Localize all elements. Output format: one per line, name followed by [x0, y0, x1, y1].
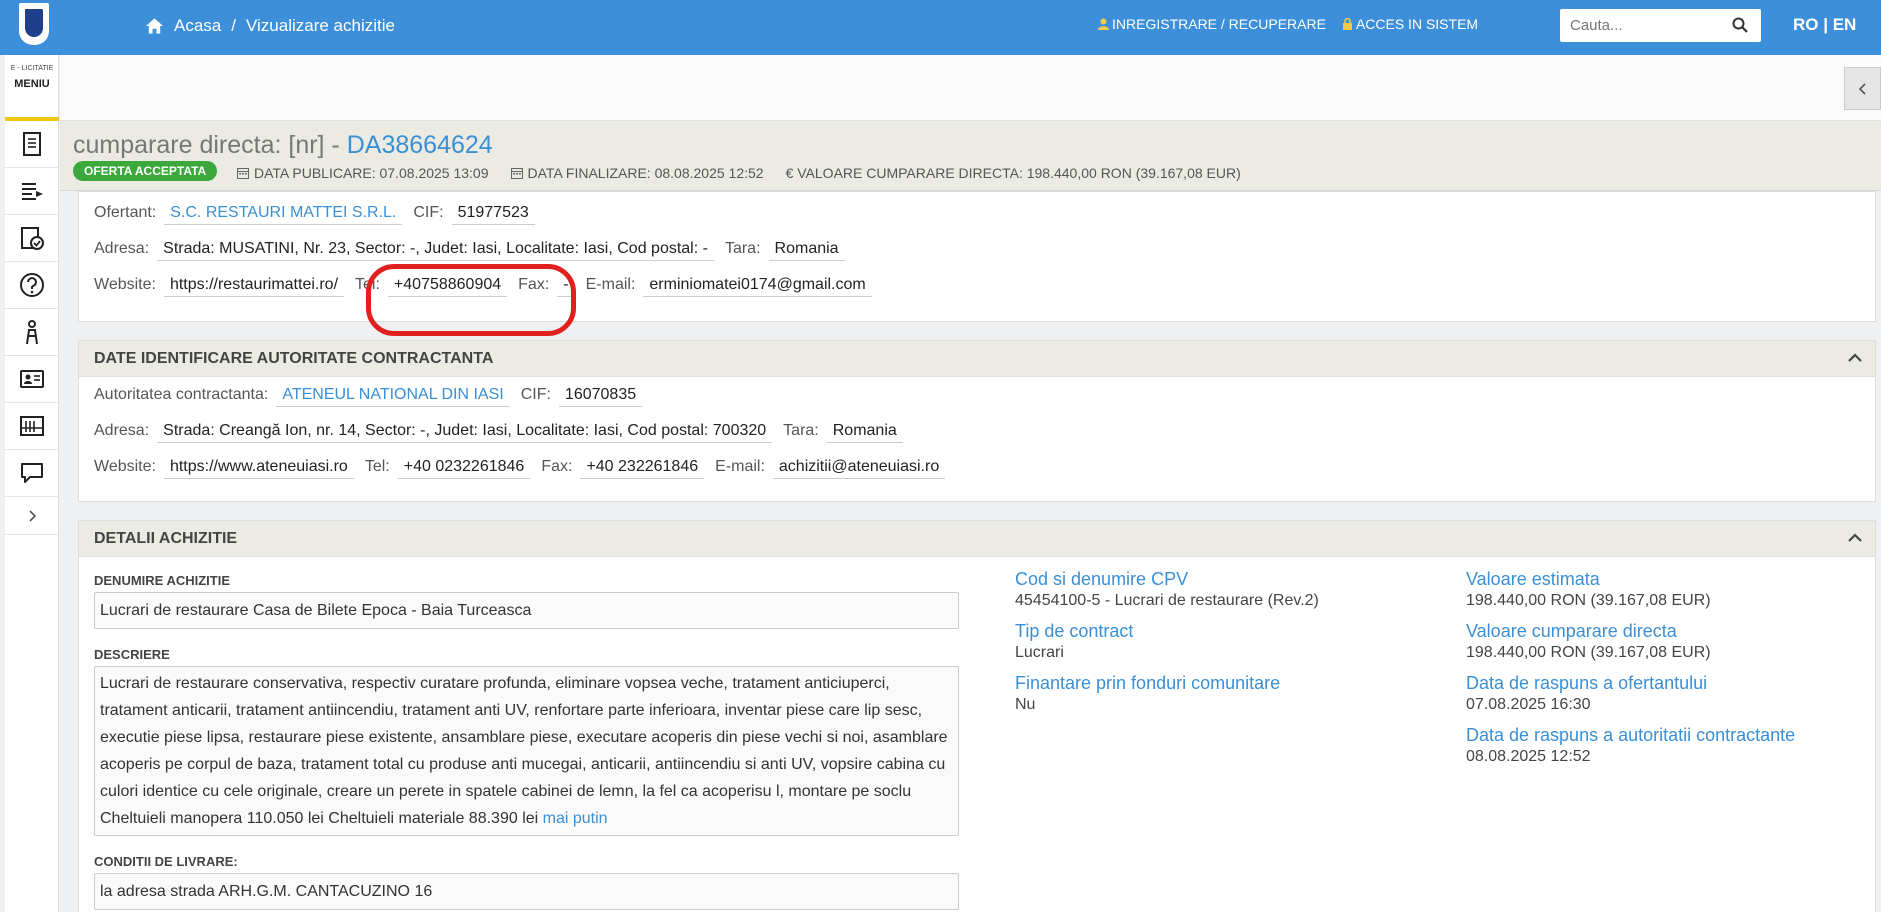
conditii-field: la adresa strada ARH.G.M. CANTACUZINO 16 [94, 873, 959, 910]
conditii-label: CONDITII DE LIVRARE: [94, 854, 238, 869]
ofertant-row-3: Website: https://restaurimattei.ro/ Tel:… [79, 267, 1875, 303]
search-input[interactable] [1560, 9, 1720, 42]
procurement-code[interactable]: DA38664624 [347, 131, 493, 159]
lock-icon [1342, 18, 1352, 30]
sidebar-expand-button[interactable] [5, 497, 58, 535]
eu-funding-info: Finantare prin fonduri comunitare Nu [1015, 673, 1281, 713]
sidebar-item-id-card[interactable] [5, 356, 59, 403]
chevron-up-icon[interactable] [1847, 530, 1863, 546]
authority-website: https://www.ateneuiasi.ro [163, 455, 354, 479]
ofertant-row-1: Ofertant: S.C. RESTAURI MATTEI S.R.L. CI… [79, 195, 1875, 231]
ofertant-country: Romania [768, 237, 845, 261]
calendar-board-icon [20, 416, 44, 436]
authority-row-1: Autoritatea contractanta: ATENEUL NATION… [79, 377, 1875, 413]
checklist-icon [21, 227, 44, 250]
logo-icon[interactable] [19, 3, 49, 45]
estimated-value-info: Valoare estimata 198.440,00 RON (39.167,… [1466, 569, 1711, 609]
authority-panel: DATE IDENTIFICARE AUTORITATE CONTRACTANT… [78, 340, 1876, 502]
ofertant-address: Strada: MUSATINI, Nr. 23, Sector: -, Jud… [157, 237, 714, 261]
menu-title: MENIU [14, 78, 50, 90]
sidebar-item-list-export[interactable] [5, 168, 59, 215]
procurement-title-bar: cumparare directa: [nr] - DA38664624 OFE… [60, 121, 1881, 191]
auth-links: INREGISTRARE / RECUPERARE ACCES IN SISTE… [1098, 16, 1478, 32]
sidebar-item-calendar-board[interactable] [5, 403, 59, 450]
ofertant-row-2: Adresa: Strada: MUSATINI, Nr. 23, Sector… [79, 231, 1875, 267]
ofertant-website: https://restaurimattei.ro/ [163, 273, 345, 297]
sidebar-item-checklist[interactable] [5, 215, 59, 262]
authority-fax: +40 232261846 [580, 455, 705, 479]
authority-response-date-info: Data de raspuns a autoritatii contractan… [1466, 725, 1796, 765]
status-badge: OFERTA ACCEPTATA [73, 161, 218, 181]
breadcrumb: Acasa / Vizualizare achizitie [145, 16, 395, 36]
top-navbar: Acasa / Vizualizare achizitie INREGISTRA… [0, 0, 1881, 55]
authority-name-link[interactable]: ATENEUL NATIONAL DIN IASI [276, 383, 510, 407]
ofertant-name-link[interactable]: S.C. RESTAURI MATTEI S.R.L. [164, 201, 403, 225]
denumire-label: DENUMIRE ACHIZITIE [94, 573, 231, 588]
chevron-right-icon [28, 509, 36, 522]
chat-icon [21, 463, 43, 483]
chevron-up-icon[interactable] [1847, 350, 1863, 366]
authority-panel-header[interactable]: DATE IDENTIFICARE AUTORITATE CONTRACTANT… [79, 341, 1875, 377]
help-icon [20, 273, 44, 297]
list-export-icon [22, 183, 43, 200]
details-left-column: DENUMIRE ACHIZITIE Lucrari de restaurare… [94, 573, 959, 910]
user-icon [1098, 18, 1109, 30]
direct-purchase-value: € VALOARE CUMPARARE DIRECTA: 198.440,00 … [785, 165, 1241, 181]
page-title: cumparare directa: [nr] - DA38664624 [73, 131, 493, 159]
collapse-panel-button[interactable] [1844, 67, 1881, 110]
sub-toolbar [60, 55, 1881, 121]
cpv-info: Cod si denumire CPV 45454100-5 - Lucrari… [1015, 569, 1319, 609]
authority-row-3: Website: https://www.ateneuiasi.ro Tel: … [79, 449, 1875, 485]
details-right-column: Valoare estimata 198.440,00 RON (39.167,… [1466, 569, 1795, 777]
menu-label[interactable]: E - LICITATIE MENIU [5, 55, 59, 121]
sidebar: E - LICITATIE MENIU [5, 55, 59, 912]
denumire-field: Lucrari de restaurare Casa de Bilete Epo… [94, 592, 959, 629]
register-link[interactable]: INREGISTRARE / RECUPERARE [1098, 16, 1326, 32]
details-middle-column: Cod si denumire CPV 45454100-5 - Lucrari… [1015, 569, 1319, 725]
person-icon [26, 320, 38, 345]
document-icon [23, 132, 41, 156]
authority-country: Romania [826, 419, 903, 443]
authority-row-2: Adresa: Strada: Creangă Ion, nr. 14, Sec… [79, 413, 1875, 449]
chevron-left-icon [1858, 82, 1866, 95]
details-panel-header[interactable]: DETALII ACHIZITIE [79, 521, 1875, 557]
authority-address: Strada: Creangă Ion, nr. 14, Sector: -, … [157, 419, 773, 443]
sidebar-item-person[interactable] [5, 309, 59, 356]
search-icon[interactable] [1732, 17, 1748, 33]
publish-date: DATA PUBLICARE: 07.08.2025 13:09 [237, 165, 489, 181]
show-less-link[interactable]: mai putin [543, 810, 608, 827]
ofertant-cif: 51977523 [451, 201, 535, 225]
ofertant-panel: Ofertant: S.C. RESTAURI MATTEI S.R.L. CI… [78, 191, 1876, 322]
phone-highlight-annotation [366, 264, 576, 336]
final-date: DATA FINALIZARE: 08.08.2025 12:52 [510, 165, 764, 181]
brand-small-label: E - LICITATIE [10, 65, 54, 72]
ofertant-email: erminiomatei0174@gmail.com [643, 273, 872, 297]
procurement-meta: DATA PUBLICARE: 07.08.2025 13:09 DATA FI… [237, 165, 1241, 181]
language-switcher[interactable]: RO | EN [1793, 15, 1856, 35]
login-link[interactable]: ACCES IN SISTEM [1342, 16, 1478, 32]
id-card-icon [20, 370, 44, 388]
authority-email: achizitii@ateneuiasi.ro [772, 455, 946, 479]
breadcrumb-home-link[interactable]: Acasa [174, 16, 221, 36]
home-icon [145, 18, 164, 34]
sidebar-item-chat[interactable] [5, 450, 59, 497]
details-panel: DETALII ACHIZITIE DENUMIRE ACHIZITIE Luc… [78, 520, 1876, 912]
authority-cif: 16070835 [558, 383, 643, 407]
bidder-response-date-info: Data de raspuns a ofertantului 07.08.202… [1466, 673, 1708, 713]
direct-purchase-value-info: Valoare cumparare directa 198.440,00 RON… [1466, 621, 1711, 661]
descriere-field: Lucrari de restaurare conservativa, resp… [94, 666, 959, 836]
authority-phone: +40 0232261846 [397, 455, 531, 479]
calendar-icon [510, 168, 523, 179]
breadcrumb-separator: / [231, 16, 236, 35]
search-box [1560, 9, 1761, 42]
breadcrumb-current: Vizualizare achizitie [245, 16, 395, 35]
contract-type-info: Tip de contract Lucrari [1015, 621, 1134, 661]
sidebar-item-documents[interactable] [5, 121, 59, 168]
calendar-icon [237, 168, 249, 179]
sidebar-item-help[interactable] [5, 262, 59, 309]
descriere-label: DESCRIERE [94, 647, 170, 662]
